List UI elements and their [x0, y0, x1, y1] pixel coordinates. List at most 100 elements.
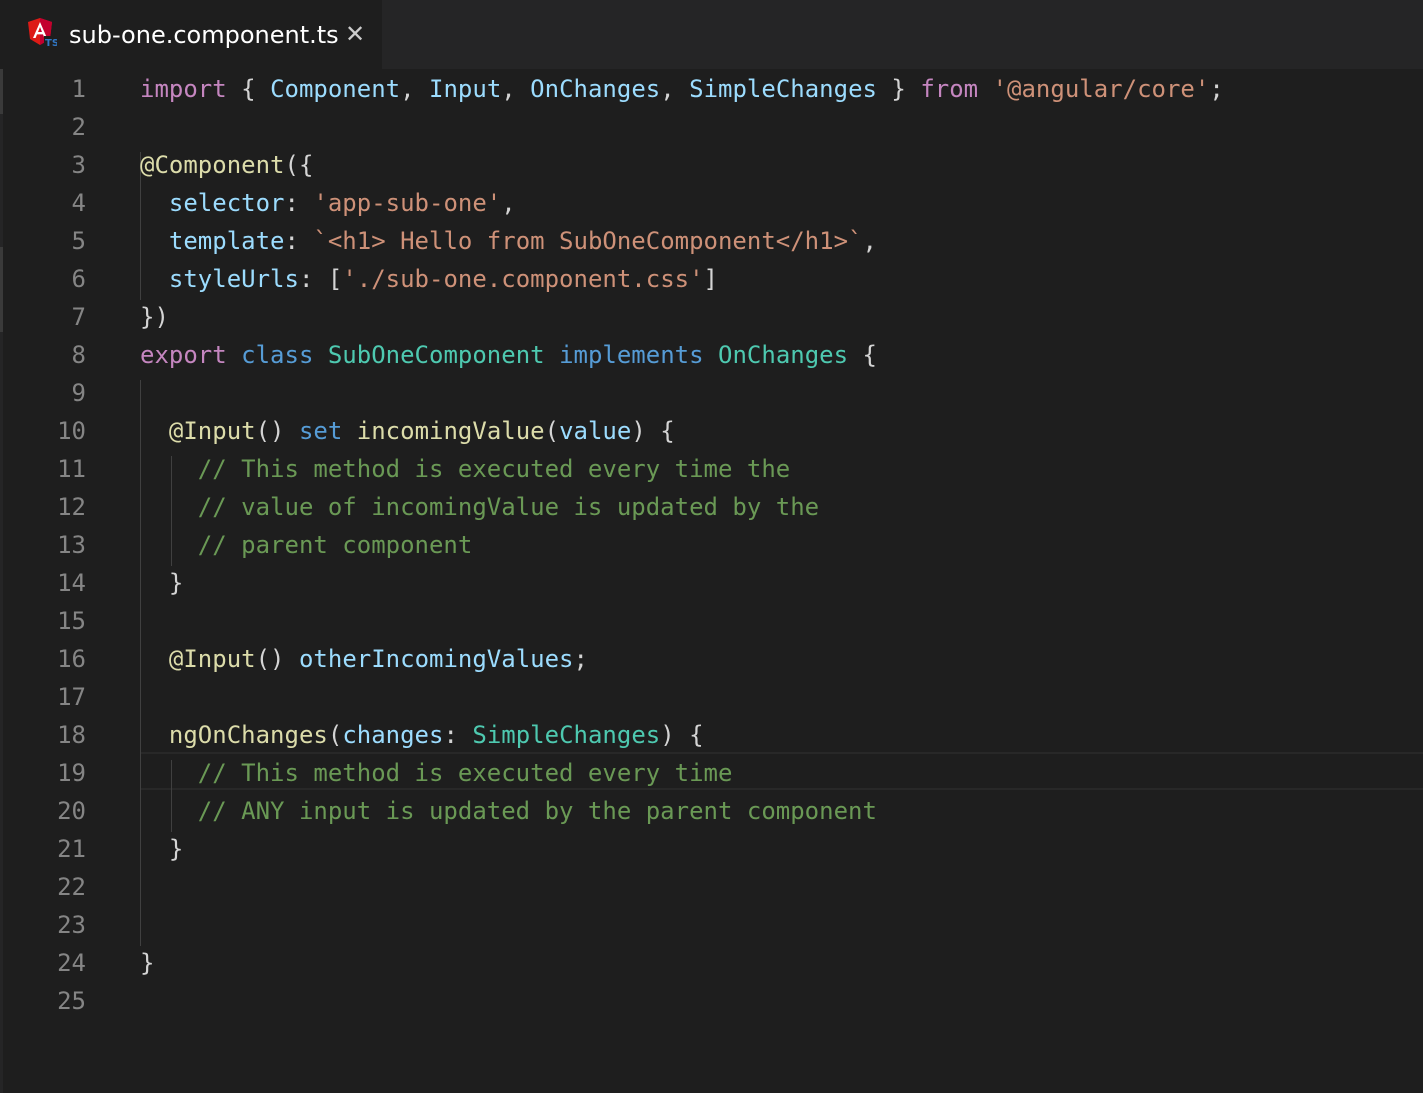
code-token: `<h1> Hello from SubOneComponent</h1>`	[313, 227, 863, 255]
code-token: selector	[168, 189, 285, 217]
code-token: // value of incomingValue is updated by …	[197, 493, 820, 521]
code-token: : [	[298, 265, 343, 293]
code-token: :	[284, 227, 314, 255]
code-token: './sub-one.component.css'	[342, 265, 704, 293]
code-line: @Input() set incomingValue(value) {	[140, 412, 675, 450]
editor-window: TS sub-one.component.ts ✕ 1 2 3 4 5 6 7 8 9 10 11 1…	[0, 0, 1423, 1093]
code-token: OnChanges	[718, 341, 849, 369]
code-token: :	[443, 721, 473, 749]
code-token: ,	[660, 75, 690, 103]
code-token: {	[226, 75, 271, 103]
code-line: // This method is executed every time	[140, 754, 733, 792]
code-token: SimpleChanges	[689, 75, 877, 103]
code-token: SimpleChanges	[472, 721, 661, 749]
tab-bar: TS sub-one.component.ts ✕	[0, 0, 1423, 69]
code-line: // value of incomingValue is updated by …	[140, 488, 819, 526]
code-token: import	[140, 75, 227, 103]
code-token: // This method is executed every time th…	[197, 455, 791, 483]
code-token: ngOnChanges	[168, 721, 328, 749]
code-line: @Component({	[140, 146, 313, 184]
code-token: implements	[559, 341, 704, 369]
code-line: styleUrls: ['./sub-one.component.css']	[140, 260, 718, 298]
code-token: }	[140, 569, 184, 597]
code-token: from	[920, 75, 979, 103]
code-token: }	[876, 75, 921, 103]
code-line: ngOnChanges(changes: SimpleChanges) {	[140, 716, 704, 754]
code-token: SubOneComponent	[327, 341, 545, 369]
code-line: })	[140, 298, 169, 336]
code-token: ]	[703, 265, 718, 293]
code-area[interactable]: import { Component, Input, OnChanges, Si…	[0, 69, 1423, 1093]
code-token: ) {	[660, 721, 704, 749]
code-token: OnChanges	[530, 75, 661, 103]
code-token: ;	[573, 645, 588, 673]
code-token: @Input	[168, 645, 256, 673]
code-line: // This method is executed every time th…	[140, 450, 790, 488]
code-token: })	[140, 303, 169, 331]
code-token: :	[284, 189, 314, 217]
code-token: ,	[862, 227, 877, 255]
code-token: (	[544, 417, 560, 445]
code-line: }	[140, 830, 183, 868]
code-token: '@angular/core'	[992, 75, 1210, 103]
code-line: // ANY input is updated by the parent co…	[140, 792, 877, 830]
code-token: // parent component	[197, 531, 473, 559]
code-line: }	[140, 944, 154, 982]
code-token: value	[559, 417, 632, 445]
code-token: ;	[1209, 75, 1224, 103]
code-token: set	[298, 417, 343, 445]
angular-typescript-file-icon: TS	[27, 17, 59, 49]
code-token: changes	[342, 721, 444, 749]
code-token: ({	[284, 151, 314, 179]
code-token: ,	[501, 189, 516, 217]
code-line: @Input() otherIncomingValues;	[140, 640, 588, 678]
code-token: class	[241, 341, 314, 369]
code-token: Component	[270, 75, 401, 103]
code-line: }	[140, 564, 183, 602]
code-line: export class SubOneComponent implements …	[140, 336, 877, 374]
close-icon[interactable]: ✕	[343, 20, 367, 48]
code-token: styleUrls	[168, 265, 299, 293]
code-token: // This method is executed every time	[197, 759, 733, 787]
code-token: ()	[255, 417, 299, 445]
tab-sub-one-component[interactable]: TS sub-one.component.ts ✕	[0, 0, 382, 69]
code-token: {	[848, 341, 877, 369]
code-line: // parent component	[140, 526, 473, 564]
code-token: export	[140, 341, 227, 369]
code-token: }	[140, 949, 155, 977]
code-line: template: `<h1> Hello from SubOneCompone…	[140, 222, 877, 260]
tab-label: sub-one.component.ts	[69, 21, 339, 49]
code-token: ) {	[631, 417, 675, 445]
code-token: @Input	[168, 417, 256, 445]
code-token: @Component	[140, 151, 285, 179]
code-token: incomingValue	[356, 417, 545, 445]
code-token: ,	[400, 75, 430, 103]
code-line: selector: 'app-sub-one',	[140, 184, 516, 222]
code-token: otherIncomingValues	[298, 645, 574, 673]
code-token: ,	[501, 75, 531, 103]
code-token: template	[168, 227, 285, 255]
code-token: }	[140, 835, 184, 863]
code-token: (	[327, 721, 343, 749]
code-token: // ANY input is updated by the parent co…	[197, 797, 877, 825]
code-token: Input	[429, 75, 502, 103]
code-token: ()	[255, 645, 299, 673]
code-line: import { Component, Input, OnChanges, Si…	[140, 70, 1224, 108]
code-token: 'app-sub-one'	[313, 189, 502, 217]
